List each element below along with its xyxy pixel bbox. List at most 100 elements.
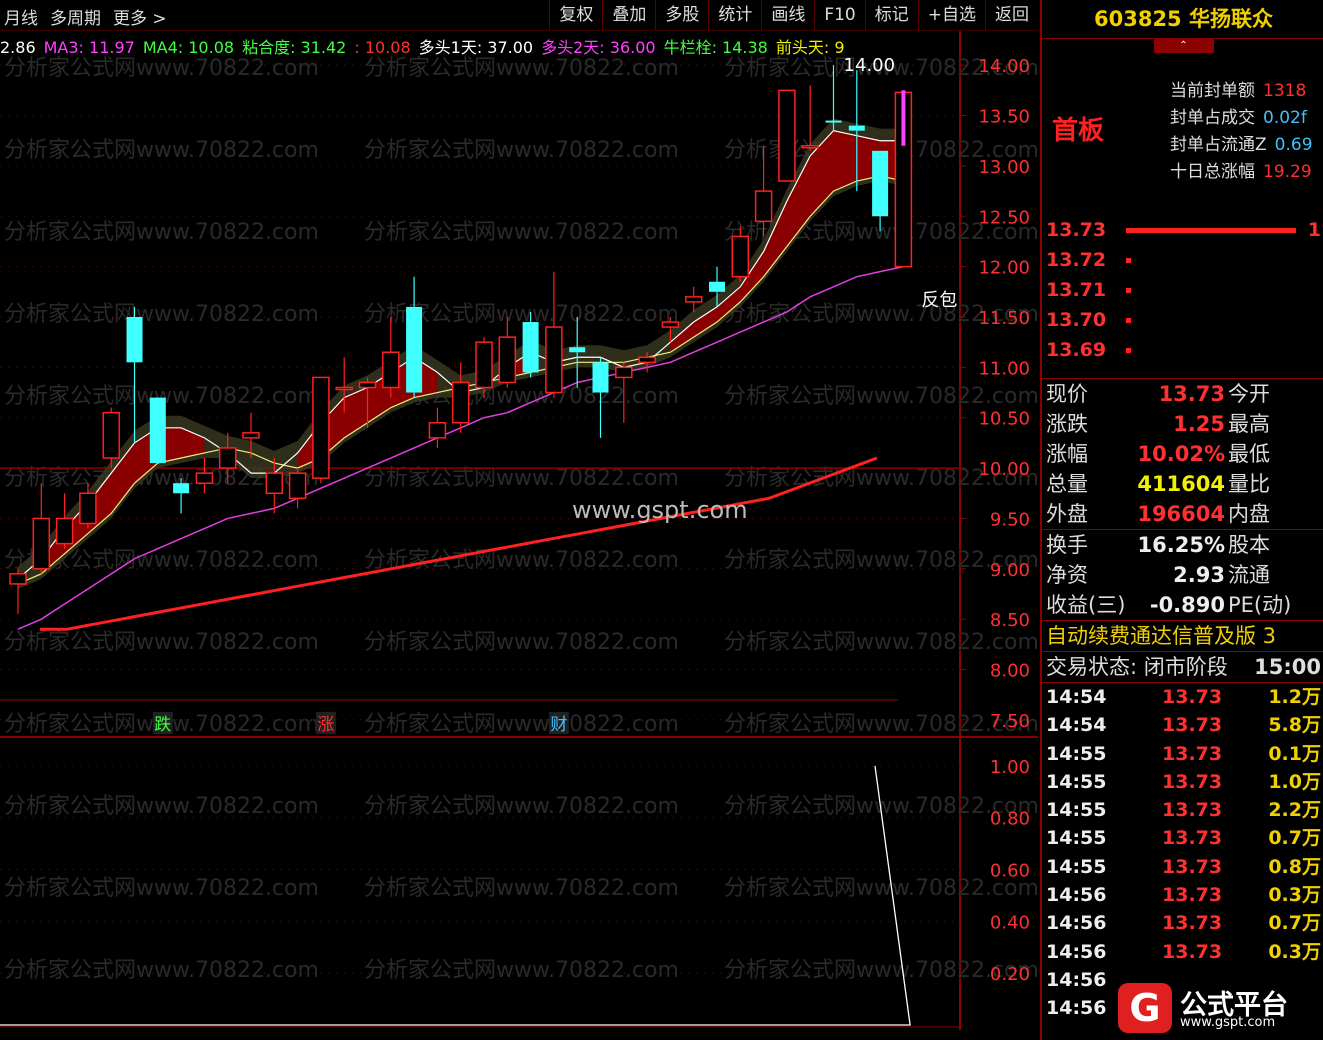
toolbar: 月线 多周期 更多 > 复权 叠加 多股 统计 画线 F10 标记 +自选 返回 xyxy=(0,0,1038,31)
toolbar-button-1[interactable]: 叠加 xyxy=(602,0,655,30)
candle xyxy=(382,316,400,398)
logo-url: www.gspt.com xyxy=(1180,1015,1276,1030)
candle-body xyxy=(149,397,166,464)
tick-time: 14:54 xyxy=(1046,714,1107,737)
indicator-value-0: 2.86 xyxy=(0,38,36,56)
candle-body xyxy=(545,326,563,394)
toolbar-button-2[interactable]: 多股 xyxy=(655,0,708,30)
candle-body xyxy=(522,322,539,373)
toolbar-button-6[interactable]: 标记 xyxy=(864,0,918,30)
ytick-label: 11.50 xyxy=(978,308,1030,329)
ytick-label: 10.50 xyxy=(978,409,1030,430)
sub-ytick-label: 0.80 xyxy=(990,809,1030,830)
tick-volume: 1.0万 xyxy=(1268,770,1321,793)
quote-key: 换手 xyxy=(1046,533,1088,557)
quote-value: 196604 xyxy=(1137,502,1225,526)
watermark-text: 分析家公式网www.70822.com xyxy=(724,384,1039,409)
indicator-values-line: 2.86 MA3: 11.97 MA4: 10.08 粘合度: 31.42: 10.0… xyxy=(0,34,960,56)
sub-ytick-label: 0.20 xyxy=(990,964,1030,985)
watermark-text: 分析家公式网www.70822.com xyxy=(724,630,1039,655)
candle xyxy=(55,493,74,549)
candle-body xyxy=(615,366,633,379)
ytick-label: 12.50 xyxy=(978,207,1030,228)
watermark-text: 分析家公式网www.70822.com xyxy=(364,466,679,491)
toolbar-button-0[interactable]: 复权 xyxy=(549,0,602,30)
watermark-text: 分析家公式网www.70822.com xyxy=(4,630,319,655)
quote-key2: 最低 xyxy=(1228,442,1270,466)
trade-status: 交易状态: 闭市阶段 15:00 xyxy=(1042,651,1323,683)
seal-row: 十日总涨幅 19.29 xyxy=(1170,159,1313,186)
candle-body xyxy=(731,235,750,278)
quote-value: -0.890 xyxy=(1149,593,1225,617)
book-volume-dot xyxy=(1126,258,1131,263)
book-volume-bar xyxy=(1126,228,1297,233)
quote-key2: PE(动) xyxy=(1228,593,1292,617)
ytick-label: 9.50 xyxy=(990,509,1030,530)
toolbar-button-7[interactable]: +自选 xyxy=(917,0,985,30)
quote-row: 涨跌 1.25 最高 xyxy=(1042,409,1323,439)
toolbar-button-8[interactable]: 返回 xyxy=(985,0,1038,30)
candle xyxy=(312,376,330,484)
candle-body xyxy=(55,517,74,545)
tick-row: 14:56 13.73 0.7万 xyxy=(1042,909,1323,937)
tick-time: 14:55 xyxy=(1046,827,1107,850)
tick-time: 14:55 xyxy=(1046,742,1107,765)
quote-row: 涨幅 10.02% 最低 xyxy=(1042,439,1323,469)
watermark-text: 分析家公式网www.70822.com xyxy=(364,794,679,819)
indicator-value-6: 多头2天: 36.00 xyxy=(541,38,656,56)
book-row: 13.70 xyxy=(1042,305,1323,335)
tick-volume: 0.3万 xyxy=(1268,884,1321,907)
toolbar-left-2[interactable]: 更多 > xyxy=(113,9,167,29)
quote-key: 涨跌 xyxy=(1046,412,1088,436)
toolbar-left-1[interactable]: 多周期 xyxy=(50,9,101,29)
chart-marker: 跌 xyxy=(154,715,171,735)
candle-body xyxy=(801,145,819,149)
ma-cloud xyxy=(18,118,904,589)
indicator-value-2: MA4: 10.08 xyxy=(142,38,235,56)
candle-body xyxy=(195,472,214,484)
ytick-label: 13.50 xyxy=(978,107,1030,128)
tick-time: 14:54 xyxy=(1046,686,1107,708)
candle-body xyxy=(825,120,842,123)
candle-body xyxy=(358,381,377,389)
stock-title[interactable]: 603825 华扬联众 xyxy=(1042,0,1323,39)
tick-volume: 1.2万 xyxy=(1268,686,1321,708)
tick-time: 14:55 xyxy=(1046,770,1107,793)
candle-body xyxy=(288,472,307,500)
tick-row: 14:56 13.73 0.3万 xyxy=(1042,938,1323,966)
quote-value: 13.73 xyxy=(1158,382,1225,406)
quote-key2: 最高 xyxy=(1228,412,1270,436)
tick-volume: 5.8万 xyxy=(1268,714,1321,737)
tick-price: 13.73 xyxy=(1162,686,1223,708)
toolbar-button-3[interactable]: 统计 xyxy=(708,0,761,30)
watermark-text: 分析家公式网www.70822.com xyxy=(364,876,679,901)
seal-key: 当前封单额 xyxy=(1170,81,1255,101)
sub-ytick-label: 0.60 xyxy=(990,861,1030,882)
collapse-arrow-icon[interactable]: ⌃ xyxy=(1153,39,1214,53)
toolbar-button-5[interactable]: F10 xyxy=(814,0,864,30)
tick-time: 14:56 xyxy=(1046,912,1107,935)
ytick-label: 7.50 xyxy=(990,711,1030,732)
seal-value: 1318 xyxy=(1263,81,1307,101)
candle-body xyxy=(382,351,400,389)
toolbar-button-4[interactable]: 画线 xyxy=(761,0,814,30)
indicator-value-4: : 10.08 xyxy=(354,38,411,56)
watermark-text: 分析家公式网www.70822.com xyxy=(364,56,679,81)
trade-status-label: 交易状态: 闭市阶段 xyxy=(1046,655,1228,679)
candle xyxy=(288,468,307,509)
kline-chart[interactable]: 分析家公式网www.70822.com 分析家公式网www.70822.com 分析… xyxy=(0,0,1040,1040)
tick-volume: 0.1万 xyxy=(1268,742,1321,765)
quote-row: 现价 13.73 今开 xyxy=(1042,379,1323,409)
quote-value: 16.25% xyxy=(1137,533,1225,557)
candle-body xyxy=(102,411,120,459)
logo-mark: G xyxy=(1118,983,1172,1033)
toolbar-left-0[interactable]: 月线 xyxy=(4,9,38,29)
candle-body xyxy=(498,336,517,384)
watermark-text: 分析家公式网www.70822.com xyxy=(4,138,319,163)
candle-body xyxy=(872,150,889,217)
ytick-label: 13.00 xyxy=(978,157,1030,178)
candle-body xyxy=(754,190,773,223)
ad-banner[interactable]: 自动续费通达信普及版 3 xyxy=(1042,620,1323,651)
candle-body xyxy=(265,472,284,495)
ytick-label: 11.00 xyxy=(978,358,1030,379)
